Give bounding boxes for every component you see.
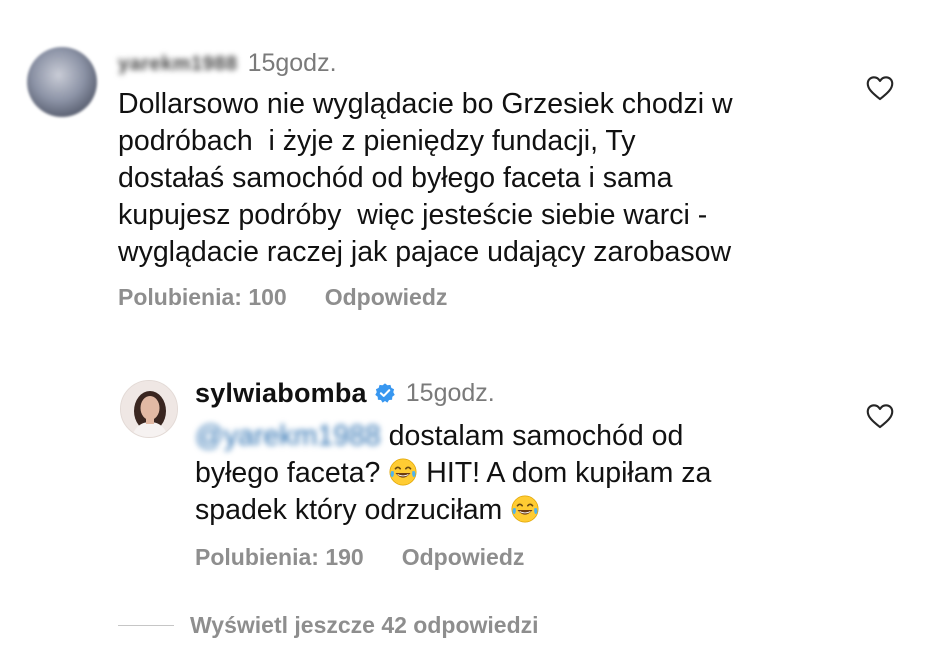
view-more-replies[interactable]: Wyświetl jeszcze 42 odpowiedzi — [118, 612, 539, 639]
comment-text: @yarekm1988 dostalam samochód od byłego … — [195, 418, 815, 529]
mention-link[interactable]: @yarekm1988 — [195, 418, 381, 455]
comment-time: 15godz. — [247, 48, 337, 77]
avatar[interactable] — [27, 47, 97, 117]
face-with-tears-of-joy-emoji — [389, 458, 417, 486]
username[interactable]: sylwiabomba — [195, 378, 367, 409]
reply-button[interactable]: Odpowiedz — [325, 284, 448, 311]
comment-text: Dollarsowo nie wyglądacie bo Grzesiek ch… — [118, 88, 733, 268]
username-blurred[interactable]: yarekm1988 — [118, 53, 238, 75]
likes-count[interactable]: Polubienia: 100 — [118, 284, 287, 311]
view-more-label: Wyświetl jeszcze 42 odpowiedzi — [190, 612, 539, 638]
reply-button[interactable]: Odpowiedz — [402, 544, 525, 571]
face-with-tears-of-joy-emoji — [511, 495, 539, 523]
comment-actions: Polubienia: 100 Odpowiedz — [118, 284, 447, 311]
verified-badge-icon — [375, 383, 395, 403]
avatar[interactable] — [120, 380, 178, 438]
comment-meta: sylwiabomba 15godz. — [195, 375, 495, 411]
likes-count[interactable]: Polubienia: 190 — [195, 544, 364, 571]
comment-actions: Polubienia: 190 Odpowiedz — [195, 544, 524, 571]
comment-meta: yarekm1988 15godz. — [118, 46, 337, 80]
comment-time: 15godz. — [405, 378, 495, 407]
divider-line — [118, 624, 174, 627]
heart-icon[interactable] — [866, 403, 894, 429]
profile-photo-icon — [121, 381, 177, 437]
heart-icon[interactable] — [866, 75, 894, 101]
